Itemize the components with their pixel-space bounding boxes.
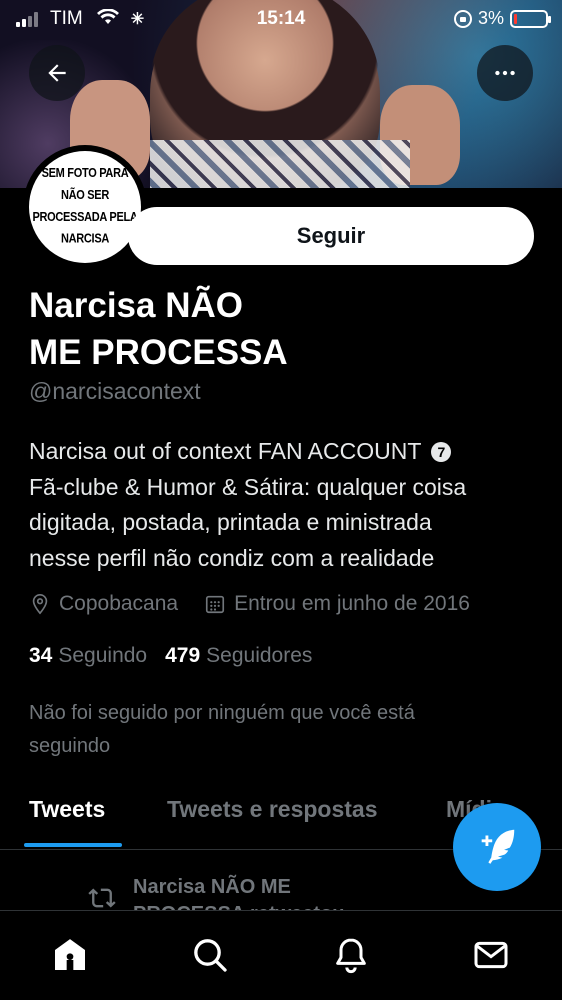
location-text: Copobacana — [59, 592, 179, 615]
joined-text: Entrou em junho de 2016 — [234, 592, 470, 615]
bottom-navigation — [0, 910, 562, 1000]
avatar-text: SEM FOTO PARA NÃO SER PROCESSADA PELA NA… — [32, 163, 137, 250]
followers-count: 479 — [165, 644, 201, 667]
nav-notifications[interactable] — [329, 933, 373, 977]
nav-search[interactable] — [188, 933, 232, 977]
notice-line: seguindo — [29, 735, 111, 757]
profile-name-line: ME PROCESSA — [29, 333, 288, 372]
battery-icon — [510, 9, 551, 28]
follow-counts: 34 Seguindo 479 Seguidores — [29, 644, 330, 668]
retweet-text-line: Narcisa NÃO ME — [133, 876, 291, 898]
search-icon — [194, 939, 227, 972]
avatar-text-line: PROCESSADA PELA — [32, 210, 138, 225]
tab-tweets[interactable]: Tweets — [29, 796, 105, 823]
arrow-left-icon — [48, 64, 66, 82]
more-options-button[interactable] — [477, 45, 533, 101]
bell-icon — [336, 938, 366, 974]
profile-meta: Copobacana Entrou em junho de 2016 — [29, 592, 496, 616]
location-item: Copobacana — [29, 592, 178, 616]
retweet-icon — [88, 888, 116, 908]
bio-text: Narcisa out of context FAN ACCOUNT — [29, 438, 421, 464]
compose-tweet-button[interactable] — [453, 803, 541, 891]
bio-line: digitada, postada, printada e ministrada — [29, 509, 432, 535]
retweet-text-line: PROCESSA retweetou — [133, 901, 433, 910]
more-horizontal-icon — [495, 70, 515, 76]
calendar-icon — [206, 595, 225, 614]
nav-messages[interactable] — [469, 933, 513, 977]
home-icon — [55, 939, 85, 970]
battery-percent: 3% — [477, 8, 504, 28]
avatar-text-line: NÃO SER — [60, 188, 109, 203]
profile-bio: Narcisa out of context FAN ACCOUNT 7 Fã-… — [29, 434, 549, 576]
orientation-lock-icon — [453, 9, 472, 28]
following-label: Seguindo — [58, 644, 148, 667]
banner-dress — [150, 140, 410, 188]
avatar-text-line: SEM FOTO PARA — [41, 166, 129, 181]
joined-item: Entrou em junho de 2016 — [204, 592, 470, 616]
bio-line: Fã-clube & Humor & Sátira: qualquer cois… — [29, 473, 467, 500]
bio-line: nesse perfil não condiz com a realidade — [29, 544, 435, 571]
mail-icon — [474, 941, 508, 969]
status-right: 3% — [453, 8, 551, 29]
follow-button[interactable]: Seguir — [128, 207, 534, 265]
profile-name-line: Narcisa NÃO — [29, 286, 243, 325]
retweet-text: Narcisa NÃO ME PROCESSA retweetou — [133, 874, 433, 910]
active-tab-indicator — [24, 843, 122, 847]
tab-tweets-and-replies[interactable]: Tweets e respostas — [167, 796, 378, 823]
profile-name: Narcisa NÃO ME PROCESSA — [29, 282, 349, 376]
notice-line: Não foi seguido por ninguém que você est… — [29, 702, 415, 724]
avatar[interactable]: SEM FOTO PARA NÃO SER PROCESSADA PELA NA… — [23, 145, 147, 269]
profile-handle: @narcisacontext — [29, 378, 201, 404]
avatar-image: SEM FOTO PARA NÃO SER PROCESSADA PELA NA… — [29, 151, 141, 263]
location-pin-icon — [32, 594, 48, 615]
back-button[interactable] — [29, 45, 85, 101]
status-bar: TIM ✳ 15:14 3% — [0, 0, 562, 38]
followers-label: Seguidores — [206, 644, 313, 667]
followers-link[interactable]: 479 Seguidores — [165, 644, 312, 668]
following-count: 34 — [29, 644, 53, 667]
following-link[interactable]: 34 Seguindo — [29, 644, 147, 668]
compose-tweet-icon — [481, 829, 515, 864]
avatar-text-line: NARCISA — [60, 232, 109, 247]
not-followed-notice: Não foi seguido por ninguém que você est… — [29, 697, 509, 763]
nav-home[interactable] — [48, 933, 92, 977]
number-seven-icon: 7 — [431, 442, 452, 462]
bio-line: Narcisa out of context FAN ACCOUNT 7 — [29, 434, 549, 470]
